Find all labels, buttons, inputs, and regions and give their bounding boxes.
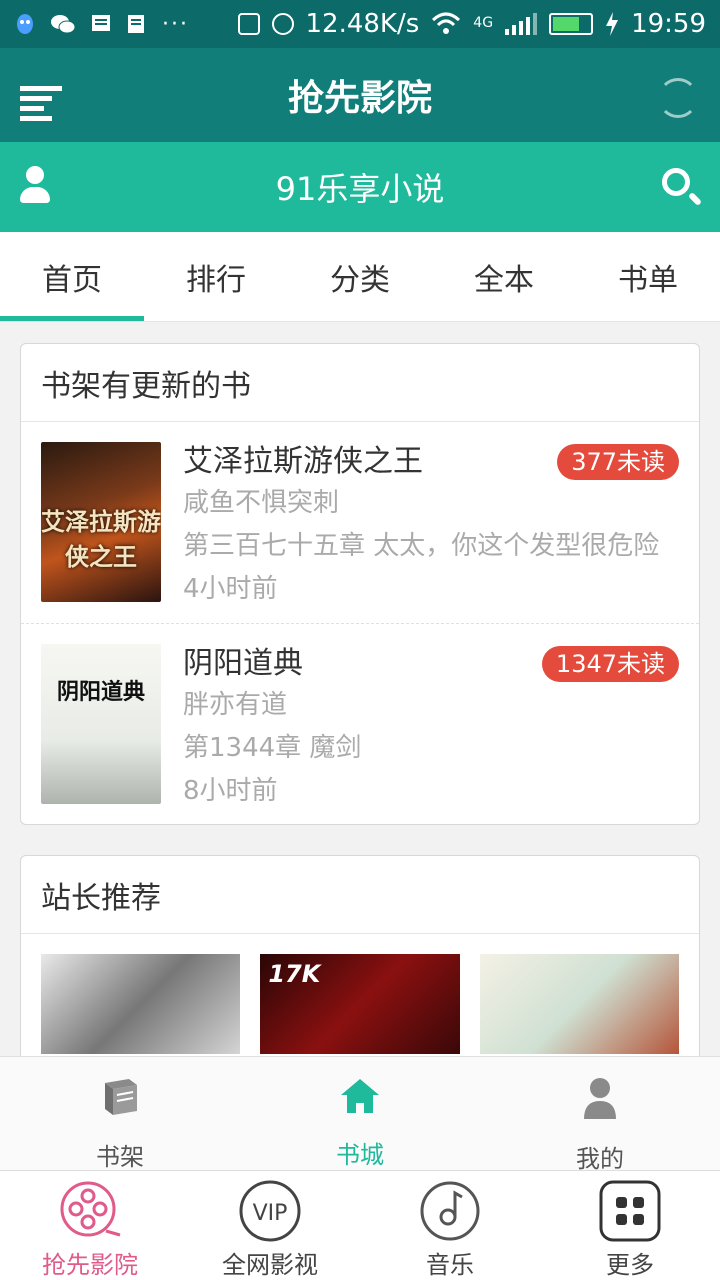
book-icon — [98, 1077, 142, 1117]
nav-label: 音乐 — [426, 1251, 474, 1279]
home-icon — [338, 1077, 382, 1115]
film-reel-icon — [60, 1181, 121, 1237]
document-icon — [128, 15, 144, 33]
battery-icon — [549, 13, 594, 35]
wechat-icon — [51, 15, 76, 34]
menu-upload-icon[interactable] — [20, 86, 62, 126]
nav-cinema[interactable]: 抢先影院 — [0, 1171, 180, 1280]
nav-label: 全网影视 — [222, 1251, 318, 1279]
title-bar: 抢先影院 — [0, 48, 720, 142]
shelf-update-card: 书架有更新的书 艾泽拉斯游侠之王 艾泽拉斯游侠之王 咸鱼不惧突刺 第三百七十五章… — [20, 343, 700, 825]
qq-icon — [17, 14, 33, 34]
recommended-book-cover[interactable]: 17K — [260, 954, 460, 1054]
charging-icon — [606, 12, 619, 36]
tab-booklist[interactable]: 书单 — [576, 232, 720, 321]
screen-lock-icon — [237, 13, 260, 35]
book-author: 咸鱼不惧突刺 — [183, 488, 340, 518]
recommend-card: 站长推荐 17K — [20, 855, 700, 1075]
app-header: 91乐享小说 — [0, 142, 720, 232]
app-title: 抢先影院 — [287, 78, 432, 119]
update-time: 4小时前 — [183, 574, 278, 604]
notification-icons: ··· — [14, 12, 189, 37]
book-item[interactable]: 阴阳道典 阴阳道典 胖亦有道 第1344章 魔剑 8小时前 1347未读 — [21, 623, 699, 824]
vip-icon-text: VIP — [253, 1201, 288, 1226]
nav-more[interactable]: 更多 — [540, 1171, 720, 1280]
network-speed: 12.48K/s — [305, 9, 420, 39]
tab-home[interactable]: 首页 — [0, 232, 144, 321]
recommended-book-cover[interactable] — [41, 954, 241, 1054]
status-bar: ··· 12.48K/s 4G 19:59 — [0, 0, 720, 48]
wifi-icon — [432, 12, 461, 34]
person-icon — [578, 1077, 622, 1119]
signal-icon — [505, 13, 538, 35]
nav-label: 抢先影院 — [42, 1251, 138, 1279]
network-type: 4G — [473, 15, 494, 31]
unread-badge: 1347未读 — [541, 646, 679, 682]
music-disc-icon — [420, 1181, 480, 1241]
section-title: 书架有更新的书 — [21, 344, 699, 422]
reader-bottom-nav: 书架 书城 我的 — [0, 1056, 720, 1173]
nav-label: 更多 — [606, 1251, 654, 1279]
tab-bar: 首页 排行 分类 全本 书单 — [0, 232, 720, 322]
tab-category[interactable]: 分类 — [288, 232, 432, 321]
unread-badge: 377未读 — [557, 444, 679, 480]
book-item[interactable]: 艾泽拉斯游侠之王 艾泽拉斯游侠之王 咸鱼不惧突刺 第三百七十五章 太太，你这个发… — [21, 422, 699, 623]
nav-label: 我的 — [576, 1145, 624, 1173]
nav-music[interactable]: 音乐 — [360, 1171, 540, 1280]
refresh-icon[interactable] — [658, 78, 698, 118]
search-icon[interactable] — [662, 168, 703, 207]
alarm-icon — [271, 13, 294, 35]
site-title: 91乐享小说 — [275, 170, 445, 208]
tab-completed[interactable]: 全本 — [432, 232, 576, 321]
vip-icon: VIP — [239, 1180, 301, 1242]
nav-label: 书城 — [336, 1141, 384, 1169]
book-author: 胖亦有道 — [183, 690, 288, 720]
nav-vip-video[interactable]: VIP 全网影视 — [180, 1171, 360, 1280]
tab-ranking[interactable]: 排行 — [144, 232, 288, 321]
app-bottom-nav: 抢先影院 VIP 全网影视 音乐 更多 — [0, 1170, 720, 1280]
latest-chapter: 第三百七十五章 太太，你这个发型很危险 — [183, 531, 660, 561]
book-cover: 艾泽拉斯游侠之王 — [41, 442, 161, 602]
section-title: 站长推荐 — [21, 856, 699, 934]
recommended-book-cover[interactable] — [479, 954, 679, 1054]
update-time: 8小时前 — [183, 776, 278, 806]
cover-title: 阴阳道典 — [56, 680, 145, 705]
cover-logo: 17K — [268, 960, 321, 988]
latest-chapter: 第1344章 魔剑 — [183, 733, 362, 763]
clock: 19:59 — [631, 9, 706, 39]
nav-label: 书架 — [96, 1143, 144, 1171]
nav-bookshelf[interactable]: 书架 — [0, 1057, 240, 1171]
grid-icon — [599, 1180, 661, 1242]
user-icon[interactable] — [20, 166, 50, 206]
cover-title: 艾泽拉斯游侠之王 — [41, 508, 161, 571]
nav-profile[interactable]: 我的 — [480, 1057, 720, 1173]
more-notifications: ··· — [162, 11, 189, 37]
message-icon — [92, 15, 110, 31]
book-cover: 阴阳道典 — [41, 644, 161, 804]
nav-bookstore[interactable]: 书城 — [240, 1057, 480, 1170]
